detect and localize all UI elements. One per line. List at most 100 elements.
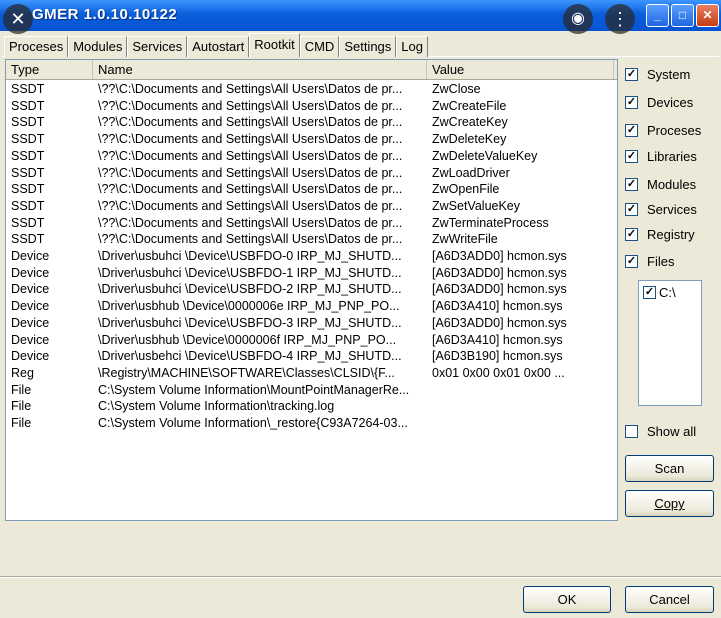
option-checkbox[interactable]: ✓ [625,178,638,191]
table-row[interactable]: File C:\System Volume Information\MountPo… [6,382,617,399]
option-modules[interactable]: ✓ Modules [625,177,696,192]
show-all-checkbox[interactable] [625,425,638,438]
row-name: C:\System Volume Information\MountPointM… [98,382,410,397]
row-type: SSDT [11,182,45,197]
table-row[interactable]: SSDT \??\C:\Documents and Settings\All Us… [6,148,617,165]
drive-item[interactable]: ✓ C:\ [643,285,676,300]
row-name: \??\C:\Documents and Settings\All Users\… [98,148,403,163]
option-devices[interactable]: ✓ Devices [625,95,693,110]
row-type: Device [11,282,50,297]
option-services[interactable]: ✓ Services [625,202,697,217]
lens-icon[interactable]: ◉ [563,4,593,34]
option-label: System [647,67,691,82]
row-value: ZwSetValueKey [432,198,521,213]
row-name: \??\C:\Documents and Settings\All Users\… [98,182,403,197]
row-name: \Registry\MACHINE\SOFTWARE\Classes\CLSID… [98,365,395,380]
table-row[interactable]: Reg \Registry\MACHINE\SOFTWARE\Classes\CL… [6,365,617,382]
option-checkbox[interactable]: ✓ [625,124,638,137]
table-row[interactable]: Device \Driver\usbuhci \Device\USBFDO-3 I… [6,315,617,332]
option-label: Services [647,202,697,217]
option-registry[interactable]: ✓ Registry [625,227,695,242]
table-row[interactable]: SSDT \??\C:\Documents and Settings\All Us… [6,114,617,131]
tab-proceses[interactable]: Proceses [4,36,69,57]
row-type: SSDT [11,132,45,147]
results-list[interactable]: Type Name Value SSDT \??\C:\Documents and… [5,59,618,521]
table-row[interactable]: SSDT \??\C:\Documents and Settings\All Us… [6,131,617,148]
row-value: [A6D3A410] hcmon.sys [432,332,563,347]
tab-autostart[interactable]: Autostart [187,36,250,57]
show-all-label: Show all [647,424,697,439]
bottom-bar [0,577,721,618]
column-header-type[interactable]: Type [6,60,93,79]
table-row[interactable]: SSDT \??\C:\Documents and Settings\All Us… [6,215,617,232]
row-type: File [11,399,32,414]
option-checkbox[interactable]: ✓ [625,150,638,163]
option-checkbox[interactable]: ✓ [625,203,638,216]
row-value: ZwDeleteKey [432,132,507,147]
tab-services[interactable]: Services [127,36,188,57]
option-label: Registry [647,227,695,242]
title-bar[interactable]: GMER 1.0.10.10122 ✕ ◉ ⋮ _ □ ✕ [0,0,721,34]
table-row[interactable]: SSDT \??\C:\Documents and Settings\All Us… [6,198,617,215]
table-row[interactable]: Device \Driver\usbuhci \Device\USBFDO-1 I… [6,265,617,282]
more-options-icon[interactable]: ⋮ [605,4,635,34]
table-row[interactable]: File C:\System Volume Information\_restor… [6,415,617,432]
table-row[interactable]: Device \Driver\usbuhci \Device\USBFDO-0 I… [6,248,617,265]
row-value: [A6D3ADD0] hcmon.sys [432,315,567,330]
option-checkbox[interactable]: ✓ [625,228,638,241]
row-name: \??\C:\Documents and Settings\All Users\… [98,165,403,180]
table-row[interactable]: SSDT \??\C:\Documents and Settings\All Us… [6,231,617,248]
row-name: C:\System Volume Information\_restore{C9… [98,416,408,430]
row-type: SSDT [11,198,45,213]
row-value: ZwWriteFile [432,232,498,247]
row-value: [A6D3ADD0] hcmon.sys [432,282,567,297]
option-checkbox[interactable]: ✓ [625,68,638,81]
option-libraries[interactable]: ✓ Libraries [625,149,697,164]
option-label: Libraries [647,149,697,164]
tab-log[interactable]: Log [396,36,428,57]
minimize-button[interactable]: _ [646,4,669,27]
tab-strip: Proceses Modules Services Autostart Rootkit C… [4,33,428,57]
column-header-name[interactable]: Name [93,60,427,79]
maximize-button[interactable]: □ [671,4,694,27]
row-value: [A6D3ADD0] hcmon.sys [432,249,567,263]
table-row[interactable]: Device \Driver\usbhub \Device\0000006e IR… [6,298,617,315]
row-type: Reg [11,365,34,380]
row-type: Device [11,315,50,330]
row-type: SSDT [11,148,45,163]
table-row[interactable]: SSDT \??\C:\Documents and Settings\All Us… [6,181,617,198]
close-button[interactable]: ✕ [696,4,719,27]
table-row[interactable]: Device \Driver\usbhub \Device\0000006f IR… [6,332,617,349]
row-name: \Driver\usbhub \Device\0000006e IRP_MJ_P… [98,299,400,314]
close-overlay-icon[interactable]: ✕ [3,4,33,34]
drive-checkbox[interactable]: ✓ [643,286,656,299]
window-title: GMER 1.0.10.10122 [32,6,178,23]
table-row[interactable]: SSDT \??\C:\Documents and Settings\All Us… [6,165,617,182]
row-value: ZwCreateFile [432,98,507,113]
tab-settings[interactable]: Settings [339,36,397,57]
row-name: \??\C:\Documents and Settings\All Users\… [98,215,403,230]
table-row[interactable]: File C:\System Volume Information\trackin… [6,398,617,415]
option-system[interactable]: ✓ System [625,67,690,82]
ok-button[interactable]: OK [523,586,611,613]
option-proceses[interactable]: ✓ Proceses [625,123,701,138]
table-row[interactable]: SSDT \??\C:\Documents and Settings\All Us… [6,81,617,98]
table-row[interactable]: SSDT \??\C:\Documents and Settings\All Us… [6,98,617,115]
row-type: Device [11,249,50,263]
scan-button[interactable]: Scan [625,455,714,482]
drive-list[interactable]: ✓ C:\ [638,280,702,406]
option-checkbox[interactable]: ✓ [625,96,638,109]
option-checkbox[interactable]: ✓ [625,255,638,268]
option-label: Files [647,254,675,269]
tab-modules[interactable]: Modules [68,36,128,57]
tab-cmd[interactable]: CMD [299,36,340,57]
table-row[interactable]: Device \Driver\usbuhci \Device\USBFDO-2 I… [6,281,617,298]
show-all-option[interactable]: Show all [625,424,696,439]
option-files[interactable]: ✓ Files [625,254,674,269]
row-value: ZwCreateKey [432,115,508,130]
tab-rootkit[interactable]: Rootkit [249,33,300,57]
copy-button[interactable]: Copy [625,490,714,517]
column-header-value[interactable]: Value [427,60,614,79]
table-row[interactable]: Device \Driver\usbehci \Device\USBFDO-4 I… [6,348,617,365]
cancel-button[interactable]: Cancel [625,586,714,613]
